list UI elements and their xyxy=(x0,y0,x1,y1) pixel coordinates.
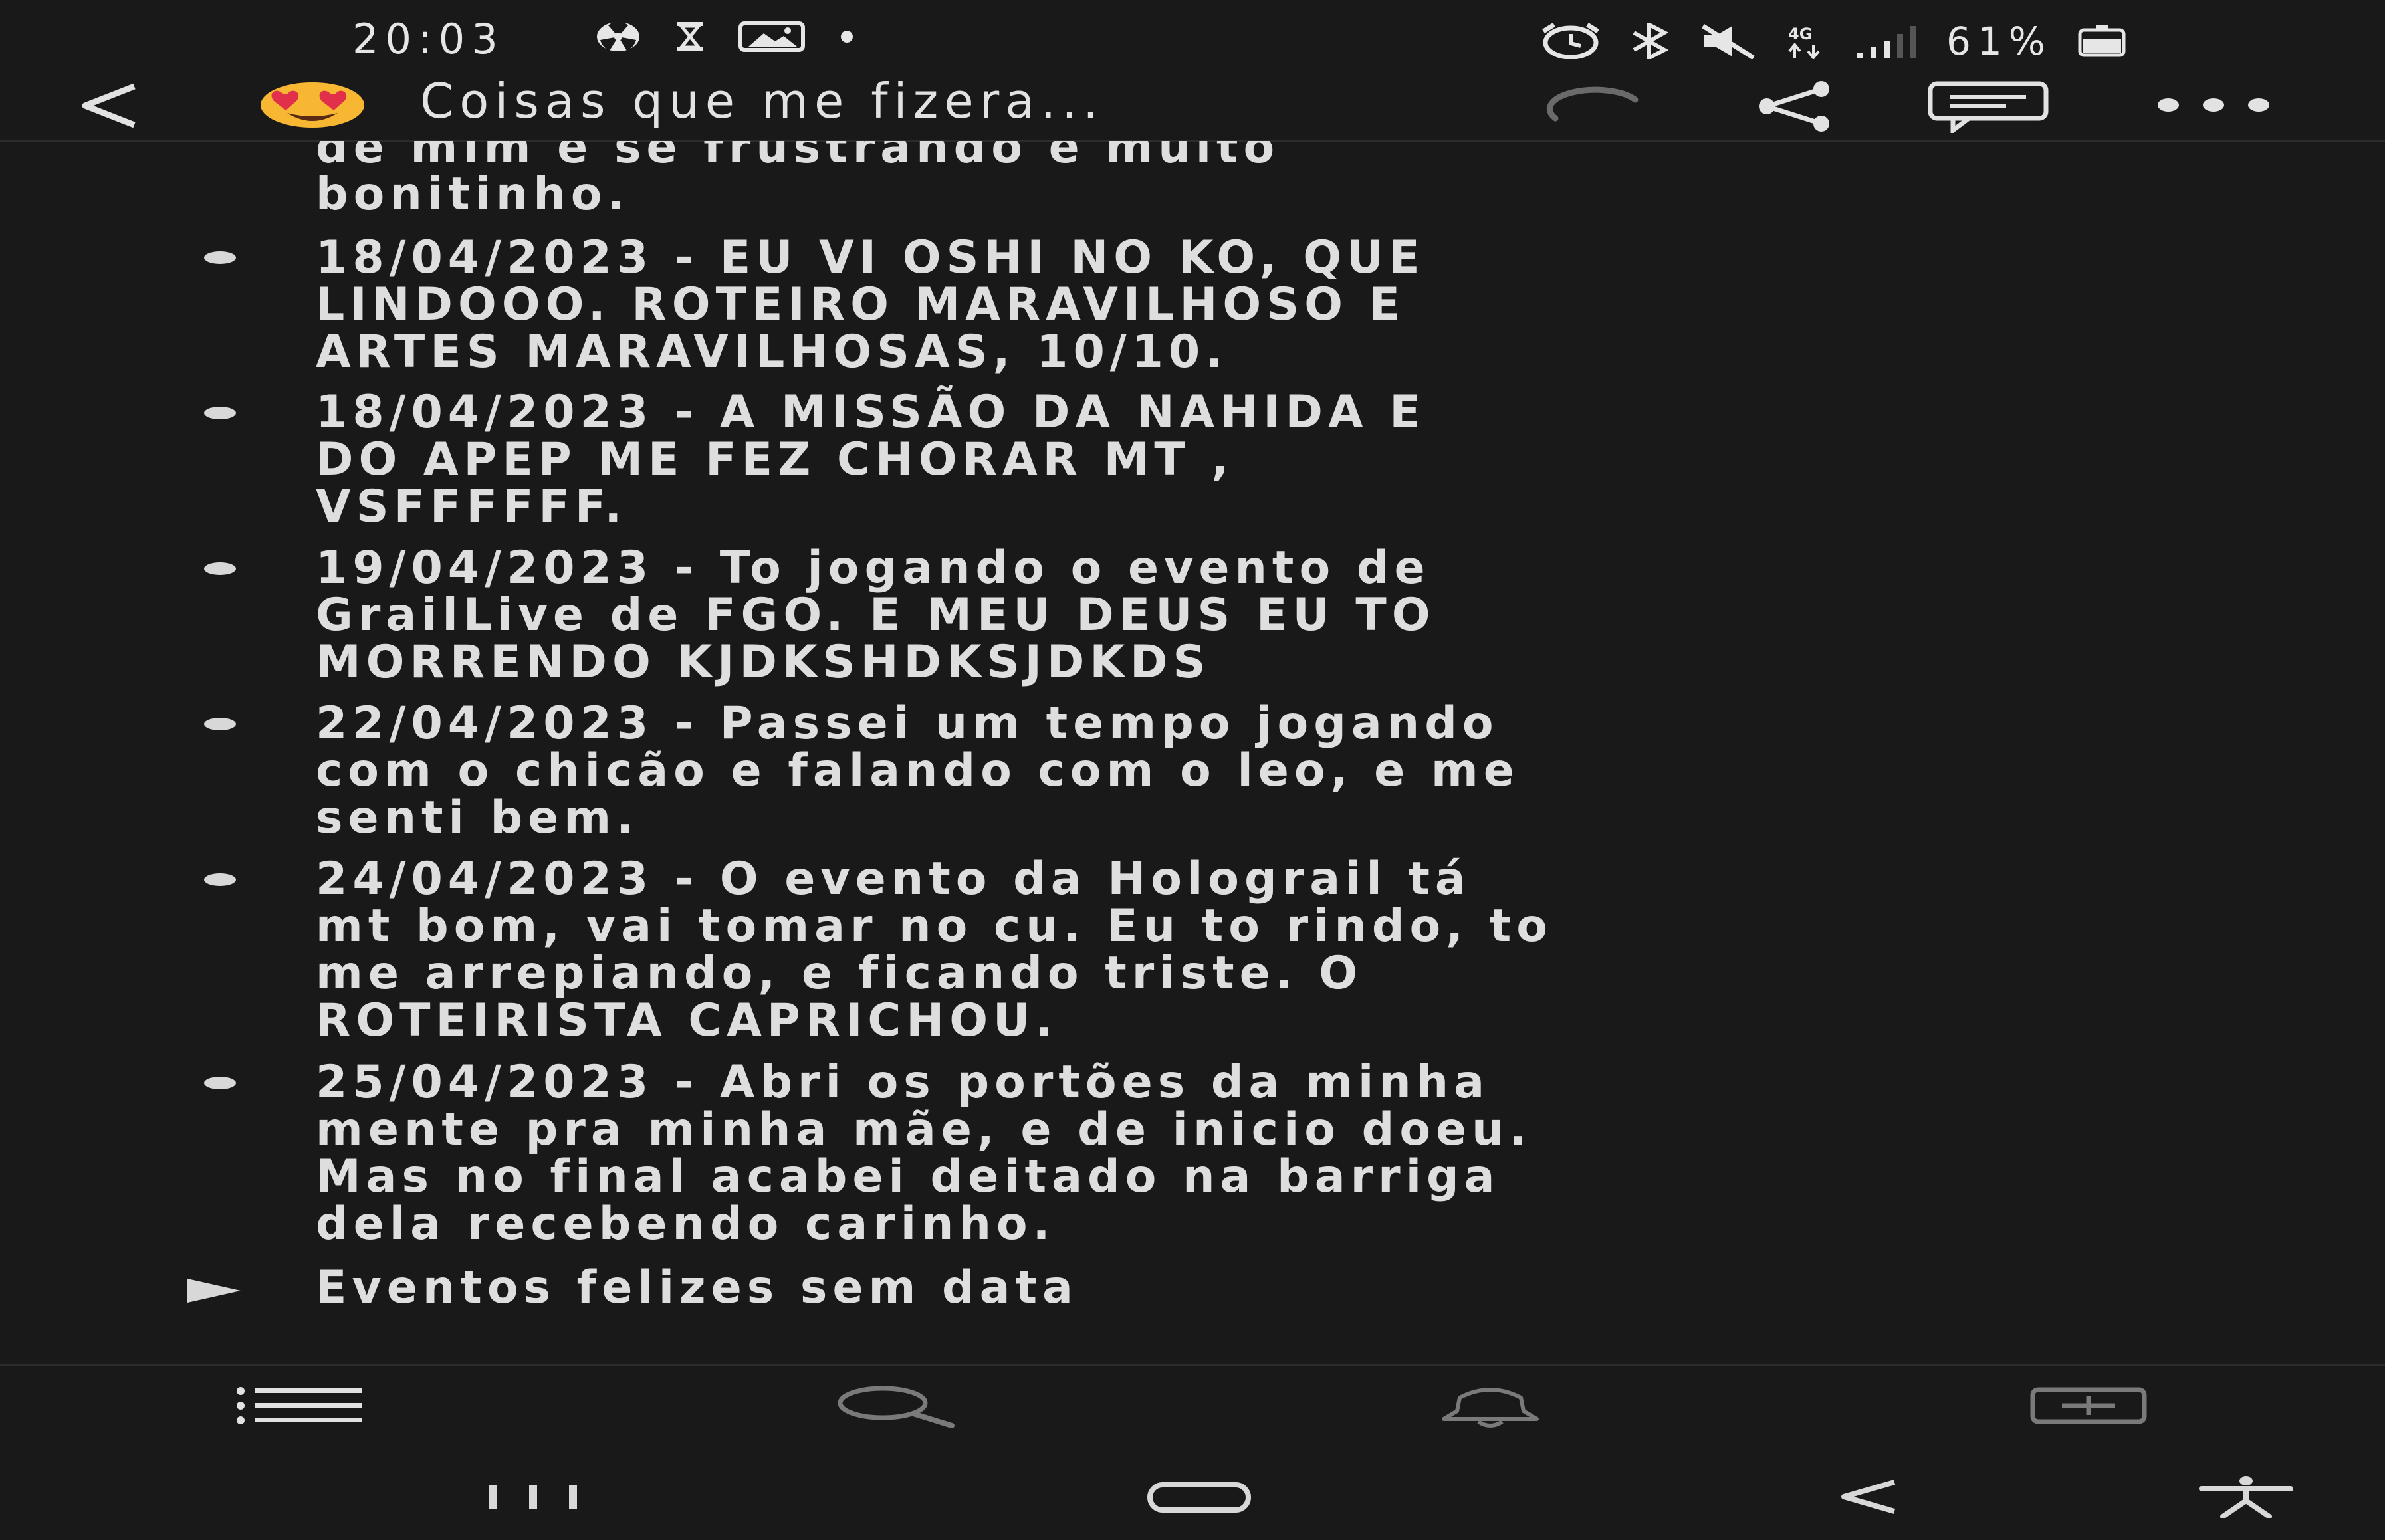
accessibility-icon xyxy=(2199,1476,2293,1519)
recents-icon xyxy=(489,1485,577,1509)
heart-eyes-emoji xyxy=(258,81,368,129)
bullet xyxy=(204,1077,236,1089)
back-icon xyxy=(1841,1480,1896,1514)
search-button[interactable] xyxy=(830,1386,956,1431)
signal-icon xyxy=(1857,26,1916,58)
status-time: 20:03 xyxy=(352,15,505,63)
bullet xyxy=(204,562,236,575)
dot-icon xyxy=(841,31,853,43)
partial-text: de mim e se frustrando é muito bonitinho… xyxy=(316,141,1280,221)
mute-icon xyxy=(1702,24,1755,59)
comment-icon xyxy=(1928,81,2049,135)
svg-text:4G: 4G xyxy=(1788,25,1812,43)
hourglass-icon xyxy=(677,22,703,51)
battery-icon xyxy=(2078,25,2126,57)
share-button[interactable] xyxy=(1748,78,1841,134)
list-item: 22/04/2023 - Passei um tempo jogando com… xyxy=(316,697,1520,844)
share-icon xyxy=(1759,81,1829,132)
list-item: 25/04/2023 - Abri os portões da minha me… xyxy=(316,1056,1532,1250)
bluetooth-icon xyxy=(1633,23,1669,59)
image-icon xyxy=(738,21,805,52)
bullet xyxy=(204,407,236,419)
status-icons-right: 4G 61% xyxy=(1541,19,2130,64)
chevron-left-icon xyxy=(82,83,136,128)
recents-button[interactable] xyxy=(485,1484,581,1513)
app-bar: Coisas que me fizera... xyxy=(0,73,2385,140)
list-item: 18/04/2023 - EU VI OSHI NO KO, QUE LINDO… xyxy=(316,231,1425,378)
search-icon xyxy=(838,1386,955,1428)
list-item: 24/04/2023 - O evento da Holograil tá mt… xyxy=(316,853,1553,1047)
bullet xyxy=(204,718,236,730)
comment-button[interactable] xyxy=(1926,80,2050,135)
toggle-arrow-icon[interactable] xyxy=(187,1279,241,1303)
back-button[interactable] xyxy=(73,76,146,136)
radiation-icon xyxy=(597,21,639,51)
status-icons-left xyxy=(595,20,857,53)
bottom-toolbar xyxy=(0,1366,2385,1452)
list-button[interactable] xyxy=(233,1386,366,1428)
sync-spinner-icon xyxy=(1546,86,1639,122)
list-icon xyxy=(237,1387,362,1424)
collapsed-section[interactable]: Eventos felizes sem data xyxy=(316,1264,2297,1311)
status-bar: 20:03 4G 61% xyxy=(0,0,2385,80)
heart-eyes-emoji-icon xyxy=(261,82,364,128)
list-item: 18/04/2023 - A MISSÃO DA NAHIDA E DO APE… xyxy=(316,386,1426,533)
list-item: 19/04/2023 - To jogando o evento de Grai… xyxy=(316,542,1436,689)
bullet xyxy=(204,251,236,264)
note-title[interactable]: Coisas que me fizera... xyxy=(420,73,1104,129)
bullet xyxy=(204,873,236,886)
more-button[interactable] xyxy=(2154,92,2273,118)
home-icon xyxy=(1147,1482,1251,1513)
add-button[interactable] xyxy=(2029,1386,2148,1428)
battery-percent: 61% xyxy=(1946,19,2052,64)
add-icon xyxy=(2030,1387,2147,1424)
alarm-icon xyxy=(1542,23,1599,59)
more-icon xyxy=(2158,98,2269,112)
home-button[interactable] xyxy=(1146,1481,1252,1517)
accessibility-button[interactable] xyxy=(2196,1476,2296,1521)
data-4g-icon: 4G xyxy=(1788,25,1820,59)
nav-back-button[interactable] xyxy=(1835,1478,1901,1518)
notification-button[interactable] xyxy=(1430,1386,1550,1431)
sync-icon[interactable] xyxy=(1542,85,1648,125)
system-nav-bar xyxy=(0,1456,2385,1540)
bell-icon xyxy=(1442,1388,1539,1428)
note-content[interactable]: de mim e se frustrando é muito bonitinho… xyxy=(0,141,2385,1364)
